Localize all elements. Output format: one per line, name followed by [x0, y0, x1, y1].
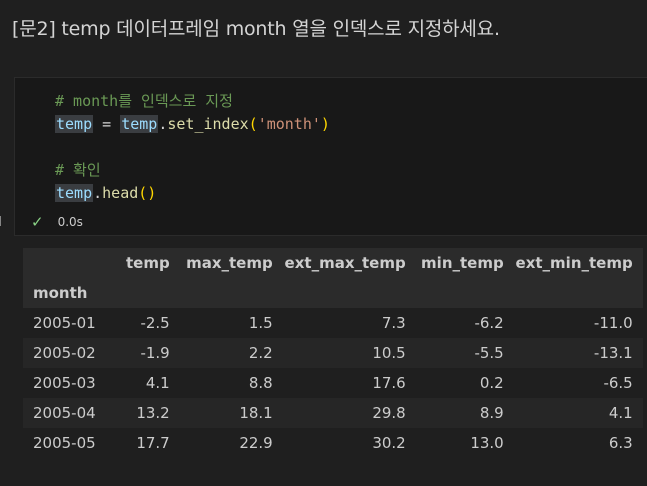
table-cell: 7.3 — [381, 314, 406, 332]
code-string: 'month' — [257, 115, 321, 133]
code-operator: = — [93, 115, 121, 133]
code-editor[interactable]: # month를 인덱스로 지정 temp = temp. set_index('… — [55, 90, 330, 205]
table-cell: 17.7 — [136, 434, 170, 452]
table-header-row: temp max_temp ext_max_temp min_temp ext_… — [23, 248, 643, 278]
table-row: 2005-01 -2.5 1.5 7.3 -6.2 -11.0 — [23, 308, 643, 338]
row-index: 2005-03 — [33, 374, 96, 392]
code-variable: temp — [55, 184, 94, 202]
code-function: set_index — [167, 115, 249, 133]
table-cell: 4.1 — [145, 374, 170, 392]
code-comment: # 확인 — [55, 161, 101, 179]
column-header: max_temp — [186, 254, 273, 272]
table-cell: 4.1 — [608, 404, 633, 422]
table-corner — [23, 248, 126, 278]
check-icon: ✓ — [31, 213, 44, 231]
table-row: 2005-04 13.2 18.1 29.8 8.9 4.1 — [23, 398, 643, 428]
table-cell: -11.0 — [593, 314, 633, 332]
table-cell: -6.5 — [603, 374, 633, 392]
row-index: 2005-05 — [33, 434, 96, 452]
row-index: 2005-01 — [33, 314, 96, 332]
dataframe-table: temp max_temp ext_max_temp min_temp ext_… — [23, 248, 643, 458]
markdown-title: [문2] temp 데이터프레임 month 열을 인덱스로 지정하세요. — [12, 18, 500, 40]
code-comment: # month를 인덱스로 지정 — [55, 92, 233, 110]
column-header: ext_max_temp — [284, 254, 406, 272]
table-row: 2005-05 17.7 22.9 30.2 13.0 6.3 — [23, 428, 643, 458]
column-header: temp — [126, 254, 170, 272]
table-cell: 10.5 — [372, 344, 406, 362]
table-cell: 17.6 — [372, 374, 406, 392]
table-cell: 2.2 — [248, 344, 273, 362]
cell-status: ✓ 0.0s — [31, 213, 83, 231]
output-area: temp max_temp ext_max_temp min_temp ext_… — [23, 248, 643, 458]
table-cell: -1.9 — [140, 344, 170, 362]
index-name: month — [33, 284, 88, 302]
table-cell: -5.5 — [474, 344, 504, 362]
table-cell: 29.8 — [372, 404, 406, 422]
code-dot: . — [93, 184, 103, 202]
column-header: min_temp — [421, 254, 504, 272]
table-cell: -13.1 — [593, 344, 633, 362]
table-cell: 8.9 — [479, 404, 504, 422]
code-paren: ) — [320, 115, 330, 133]
table-row: 2005-02 -1.9 2.2 10.5 -5.5 -13.1 — [23, 338, 643, 368]
table-cell: -6.2 — [474, 314, 504, 332]
code-variable: temp — [120, 115, 159, 133]
table-row: 2005-03 4.1 8.8 17.6 0.2 -6.5 — [23, 368, 643, 398]
table-cell: -2.5 — [140, 314, 170, 332]
table-cell: 0.2 — [479, 374, 504, 392]
row-index: 2005-02 — [33, 344, 96, 362]
code-function: head — [102, 184, 139, 202]
code-variable: temp — [55, 115, 94, 133]
code-paren: ( — [248, 115, 258, 133]
table-cell: 13.0 — [470, 434, 504, 452]
table-cell: 1.5 — [248, 314, 273, 332]
table-cell: 8.8 — [248, 374, 273, 392]
code-cell[interactable]: # month를 인덱스로 지정 temp = temp. set_index('… — [14, 77, 647, 236]
column-header: ext_min_temp — [515, 254, 633, 272]
exec-time: 0.0s — [57, 215, 83, 229]
table-index-header-row: month — [23, 278, 643, 308]
code-paren: () — [138, 184, 157, 202]
table-cell: 6.3 — [608, 434, 633, 452]
table-cell: 18.1 — [239, 404, 273, 422]
table-cell: 30.2 — [372, 434, 406, 452]
output-collapse-handle[interactable] — [0, 216, 4, 226]
table-cell: 22.9 — [239, 434, 273, 452]
table-cell: 13.2 — [136, 404, 170, 422]
row-index: 2005-04 — [33, 404, 96, 422]
